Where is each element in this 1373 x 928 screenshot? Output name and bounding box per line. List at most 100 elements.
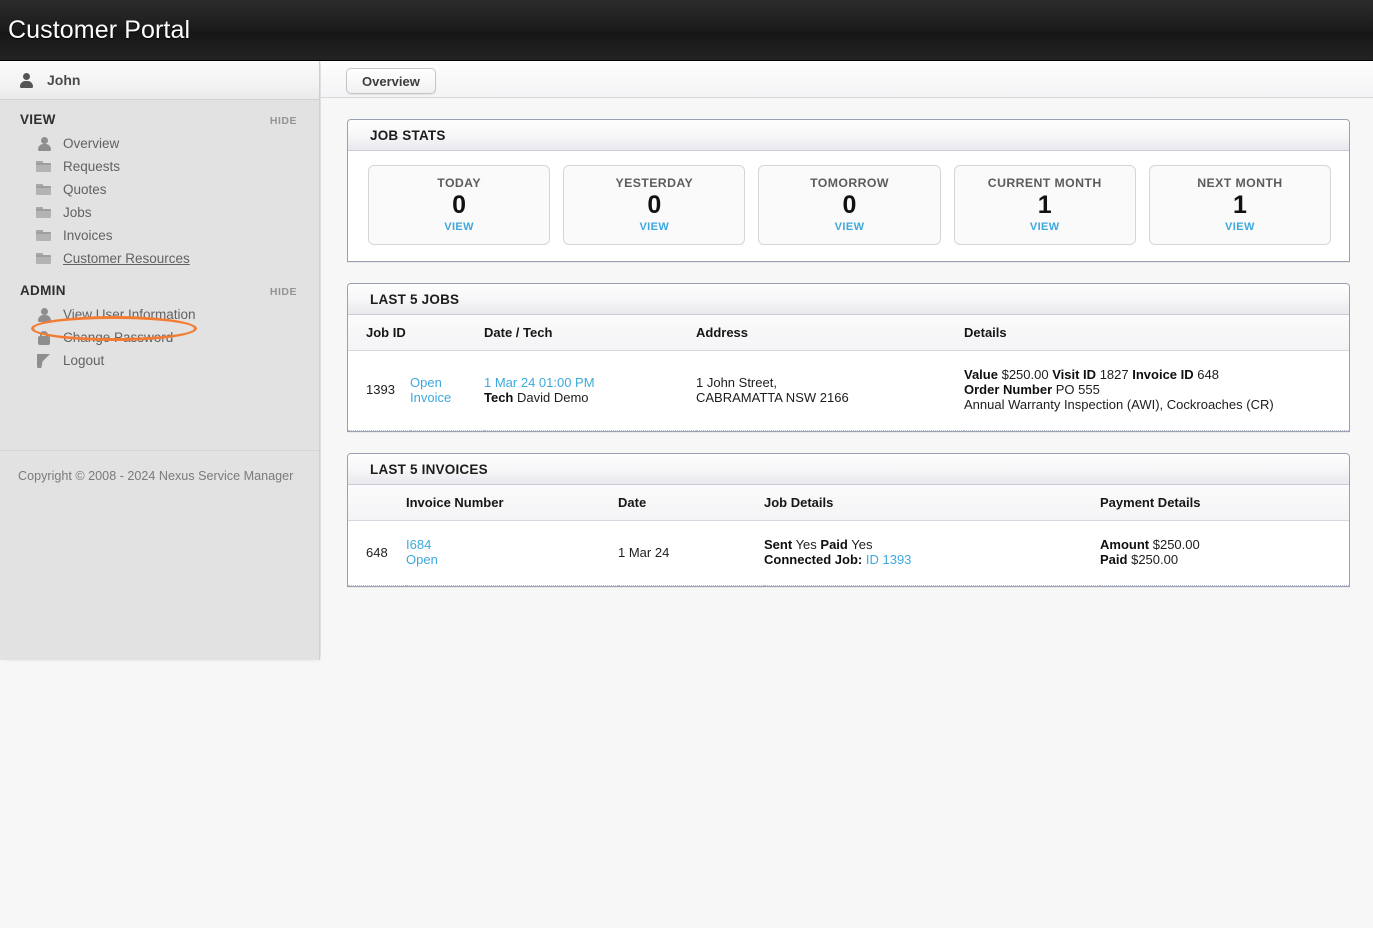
value-amount: $250.00 (1001, 367, 1049, 382)
connected-job-id-value[interactable]: 1393 (882, 552, 911, 567)
sidebar-section-hide-toggle[interactable]: HIDE (270, 286, 297, 298)
lock-icon (36, 330, 52, 346)
paid-amount-label: Paid (1100, 552, 1128, 567)
last-invoices-table: Invoice Number Date Job Details Payment … (348, 485, 1349, 586)
tab-label: Overview (362, 73, 420, 89)
copyright-text: Copyright © 2008 - 2024 Nexus Service Ma… (18, 469, 294, 483)
sidebar-item-label: Quotes (63, 182, 107, 197)
sidebar-item-customer-resources[interactable]: Customer Resources (0, 247, 319, 270)
sidebar-item-view-user-information[interactable]: View User Information (0, 303, 319, 326)
folder-icon (36, 251, 52, 267)
value-label: Value (964, 367, 998, 382)
table-row: 1393 Open Invoice 1 Mar 24 01:00 PM Tech… (348, 350, 1349, 431)
stat-value: 1 (1232, 191, 1247, 219)
sidebar-item-label: Logout (63, 353, 105, 368)
panel-last-5-jobs: LAST 5 JOBS Job ID Date / Tech Address D… (347, 283, 1350, 432)
app-title: Customer Portal (8, 16, 191, 44)
cell-invoice-number: I684 Open (406, 520, 618, 586)
invoice-number-link[interactable]: I684 (406, 537, 618, 552)
sidebar-item-change-password[interactable]: Change Password (0, 326, 319, 349)
cell-job-id: 1393 (348, 350, 410, 431)
job-datetime-link[interactable]: 1 Mar 24 01:00 PM (484, 375, 696, 390)
sidebar-item-overview[interactable]: Overview (0, 132, 319, 155)
stat-view-link[interactable]: VIEW (1030, 221, 1060, 233)
cell-details: Value $250.00 Visit ID 1827 Invoice ID 6… (964, 350, 1349, 431)
tech-name: David Demo (517, 389, 589, 405)
sidebar-section-title: ADMIN (20, 283, 66, 298)
details-line-1: Value $250.00 Visit ID 1827 Invoice ID 6… (964, 367, 1349, 382)
open-invoice-link[interactable]: Invoice (410, 390, 484, 405)
sidebar-item-quotes[interactable]: Quotes (0, 178, 319, 201)
sidebar-section-hide-toggle[interactable]: HIDE (270, 115, 297, 127)
connected-job-id-label[interactable]: ID (866, 552, 879, 567)
column-header-date: Date (618, 485, 764, 521)
stat-label: TODAY (437, 176, 481, 190)
app-banner: Customer Portal (0, 0, 1373, 61)
paid-value: Yes (851, 537, 873, 552)
stat-value: 1 (1037, 191, 1052, 219)
stat-value: 0 (452, 191, 467, 219)
panel-header: JOB STATS (348, 120, 1349, 151)
sidebar-item-jobs[interactable]: Jobs (0, 201, 319, 224)
invoice-id-label: Invoice ID (1132, 367, 1194, 382)
panel-title: JOB STATS (370, 127, 446, 143)
current-user-bar: John (0, 61, 319, 100)
column-header-details: Details (964, 315, 1349, 351)
amount-value: $250.00 (1152, 537, 1200, 552)
cell-payment-details: Amount $250.00 Paid $250.00 (1100, 520, 1349, 586)
stat-view-link[interactable]: VIEW (444, 221, 474, 233)
column-header-actions (410, 315, 484, 351)
stat-view-link[interactable]: VIEW (835, 221, 865, 233)
main-content: Overview JOB STATS TODAY 0 VIEW YESTERDA… (321, 61, 1373, 660)
paid-label: Paid (820, 537, 848, 552)
stat-value: 0 (842, 191, 857, 219)
sidebar: John VIEW HIDE Overview Requests Quotes … (0, 61, 320, 660)
sidebar-item-label: Change Password (63, 330, 174, 345)
address-line-1: 1 John Street, (696, 374, 777, 390)
column-header-job-id: Job ID (348, 315, 410, 351)
folder-icon (36, 159, 52, 175)
person-icon (36, 307, 52, 323)
tech-label: Tech (484, 389, 514, 405)
cell-invoice-id: 648 (348, 520, 406, 586)
table-header-row: Job ID Date / Tech Address Details (348, 315, 1349, 351)
visit-id-value: 1827 (1099, 367, 1129, 382)
stat-view-link[interactable]: VIEW (1225, 221, 1255, 233)
stat-label: CURRENT MONTH (987, 176, 1102, 190)
sidebar-item-label: Overview (63, 136, 120, 151)
panel-header: LAST 5 INVOICES (348, 454, 1349, 485)
person-icon (36, 136, 52, 152)
sidebar-item-invoices[interactable]: Invoices (0, 224, 319, 247)
stat-box-yesterday: YESTERDAY 0 VIEW (563, 165, 746, 245)
invoice-id-value: 648 (1197, 367, 1219, 382)
paid-amount-value: $250.00 (1131, 552, 1179, 567)
sidebar-item-label: Customer Resources (63, 251, 190, 266)
tab-overview[interactable]: Overview (346, 68, 436, 94)
folder-icon (36, 228, 52, 244)
column-header-address: Address (696, 315, 964, 351)
stat-label: YESTERDAY (615, 176, 694, 190)
sent-value: Yes (795, 537, 817, 552)
sidebar-item-logout[interactable]: Logout (0, 349, 319, 372)
order-number-value: PO 555 (1055, 382, 1100, 397)
cell-invoice-date: 1 Mar 24 (618, 520, 764, 586)
payment-amount-line: Amount $250.00 (1100, 537, 1349, 552)
column-header-invoice-number: Invoice Number (406, 485, 618, 521)
sidebar-item-label: Requests (63, 159, 121, 174)
job-tech: Tech David Demo (484, 390, 696, 405)
stat-value: 0 (647, 191, 662, 219)
sidebar-item-requests[interactable]: Requests (0, 155, 319, 178)
stat-view-link[interactable]: VIEW (639, 221, 669, 233)
amount-label: Amount (1100, 537, 1150, 552)
stat-box-today: TODAY 0 VIEW (368, 165, 551, 245)
open-invoice-link[interactable]: Open (406, 552, 618, 567)
person-icon (18, 72, 34, 88)
panel-title: LAST 5 JOBS (370, 291, 460, 307)
stat-label: NEXT MONTH (1197, 176, 1283, 190)
panel-job-stats: JOB STATS TODAY 0 VIEW YESTERDAY 0 VIEW … (347, 119, 1350, 262)
open-job-link[interactable]: Open (410, 375, 484, 390)
column-header-id (348, 485, 406, 521)
visit-id-label: Visit ID (1052, 367, 1097, 382)
logout-arrow-icon (36, 353, 52, 369)
sidebar-section-admin-header: ADMIN HIDE (0, 270, 319, 303)
